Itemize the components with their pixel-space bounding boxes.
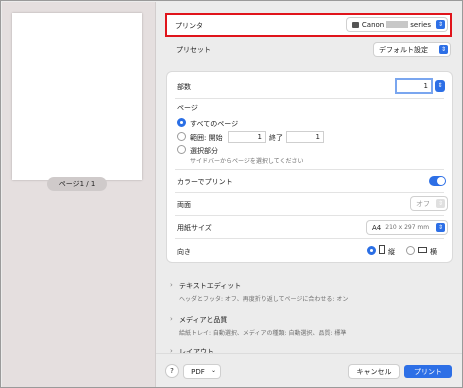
pages-label: ページ xyxy=(177,104,198,112)
printer-model-redacted xyxy=(386,21,409,28)
chevron-updown-icon: ⇕ xyxy=(436,199,445,208)
range-from-input[interactable]: 1 xyxy=(229,132,265,142)
printer-label: プリンタ xyxy=(175,22,203,30)
color-label: カラーでプリント xyxy=(177,178,233,186)
pages-selection-label: 選択部分 xyxy=(190,147,218,155)
landscape-icon xyxy=(418,247,427,253)
divider xyxy=(175,215,444,216)
cancel-button[interactable]: キャンセル xyxy=(349,365,399,378)
settings-group: 部数 1 ⇕ ページ すべてのページ 範囲: 開始 1 終了 1 選択部分 サイ… xyxy=(167,72,452,262)
duplex-popup[interactable]: オフ ⇕ xyxy=(411,197,447,210)
chevron-updown-icon: ⇕ xyxy=(436,20,445,29)
paper-size-detail: 210 x 297 mm xyxy=(385,224,430,231)
orientation-portrait-label: 縦 xyxy=(388,248,395,256)
paper-size-label: 用紙サイズ xyxy=(177,224,212,232)
chevron-down-icon: ⌄ xyxy=(210,367,216,374)
pages-range-radio[interactable] xyxy=(177,132,186,141)
divider xyxy=(175,98,444,99)
printer-name-prefix: Canon xyxy=(361,20,385,29)
divider xyxy=(175,169,444,170)
preset-label: プリセット xyxy=(176,46,211,54)
section-title: テキストエディット xyxy=(179,282,242,290)
orientation-portrait-radio[interactable] xyxy=(367,246,376,255)
section-desc: ヘッダとフッタ: オフ、再度折り返してページに合わせる: オン xyxy=(179,296,349,303)
chevron-updown-icon: ⇕ xyxy=(439,45,448,54)
paper-size-value: A4 xyxy=(372,223,382,232)
duplex-label: 両面 xyxy=(177,201,191,209)
orientation-landscape-radio[interactable] xyxy=(406,246,415,255)
orientation-landscape-label: 横 xyxy=(430,248,437,256)
paper-size-popup[interactable]: A4 210 x 297 mm ⇕ xyxy=(367,221,447,234)
copies-label: 部数 xyxy=(177,83,191,91)
section-title: メディアと品質 xyxy=(179,316,228,324)
page-indicator: ページ1 / 1 xyxy=(47,177,107,191)
pages-selection-radio[interactable] xyxy=(177,145,186,154)
section-desc: 給紙トレイ: 自動選択、メディアの種類: 自動選択、品質: 標準 xyxy=(179,330,347,337)
printer-popup[interactable]: Canon series ⇕ xyxy=(347,18,447,31)
chevron-right-icon: › xyxy=(170,281,173,289)
portrait-icon xyxy=(379,245,385,254)
printer-row: プリンタ Canon series ⇕ xyxy=(165,13,452,37)
section-media-quality[interactable]: › メディアと品質 給紙トレイ: 自動選択、メディアの種類: 自動選択、品質: … xyxy=(168,313,448,341)
pages-all-label: すべてのページ xyxy=(190,120,239,128)
orientation-label: 向き xyxy=(177,248,191,256)
copies-input[interactable]: 1 xyxy=(397,80,431,92)
divider xyxy=(175,192,444,193)
range-to-input[interactable]: 1 xyxy=(287,132,323,142)
chevron-updown-icon: ⇕ xyxy=(436,223,445,232)
print-button[interactable]: プリント xyxy=(404,365,452,378)
preset-popup[interactable]: デフォルト設定 ⇕ xyxy=(374,43,450,56)
dialog-footer: ? PDF ⌄ キャンセル プリント xyxy=(156,353,462,387)
pages-range-label: 範囲: 開始 xyxy=(190,134,223,142)
range-to-label: 終了 xyxy=(269,134,283,142)
section-textedit[interactable]: › テキストエディット ヘッダとフッタ: オフ、再度折り返してページに合わせる:… xyxy=(168,279,448,307)
print-dialog: ページ1 / 1 プリンタ Canon series ⇕ プリセット デフォルト… xyxy=(0,0,463,388)
divider xyxy=(175,238,444,239)
duplex-value: オフ xyxy=(416,199,430,208)
pages-all-radio[interactable] xyxy=(177,118,186,127)
copies-stepper[interactable]: ⇕ xyxy=(435,80,445,92)
color-toggle[interactable] xyxy=(429,176,446,186)
page-preview[interactable] xyxy=(12,13,142,180)
pdf-menu-button[interactable]: PDF ⌄ xyxy=(184,365,220,378)
pdf-label: PDF xyxy=(191,367,205,376)
printer-name-suffix: series xyxy=(410,20,431,29)
preset-value: デフォルト設定 xyxy=(379,45,428,54)
help-button[interactable]: ? xyxy=(166,365,178,377)
preview-pane: ページ1 / 1 xyxy=(2,2,156,387)
pages-selection-hint: サイドバーからページを選択してください xyxy=(190,158,304,165)
settings-pane: プリンタ Canon series ⇕ プリセット デフォルト設定 ⇕ 部数 1… xyxy=(156,2,462,387)
printer-icon xyxy=(352,21,359,28)
chevron-right-icon: › xyxy=(170,315,173,323)
